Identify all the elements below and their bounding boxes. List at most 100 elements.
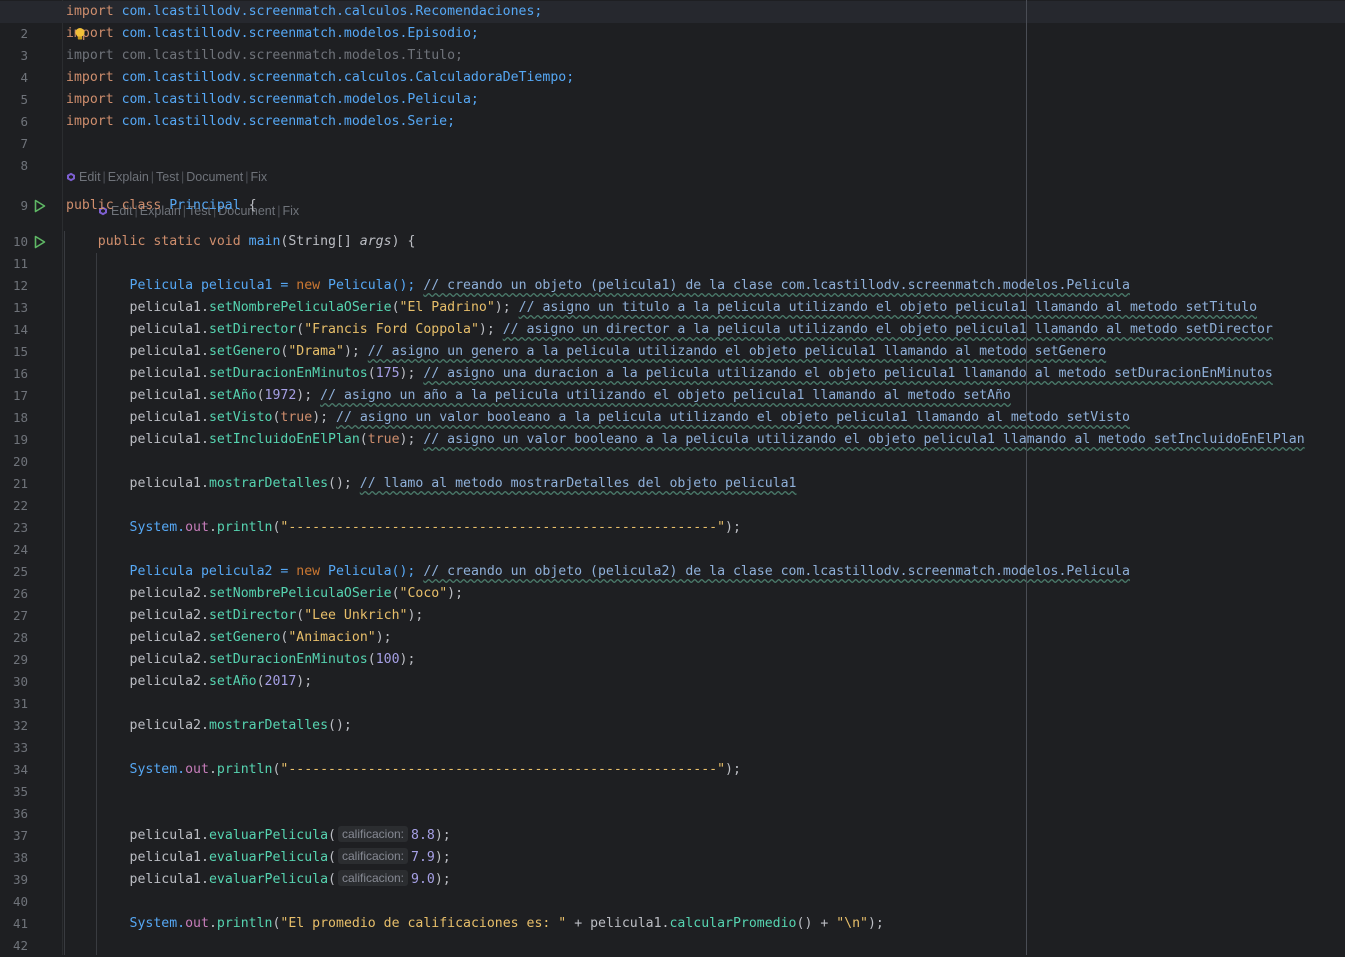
code-line[interactable]: pelicula1.setVisto(true); // asigno un v… [63, 407, 1345, 429]
code-text[interactable]: pelicula2.setDuracionEnMinutos(100); [66, 649, 416, 671]
import-path: com.lcastillodv.screenmatch.calculos.Cal… [113, 70, 575, 85]
code-line[interactable]: public class Principal { [63, 195, 1345, 217]
code-line[interactable]: import com.lcastillodv.screenmatch.calcu… [63, 1, 1345, 23]
code-text[interactable]: pelicula1.setGenero("Drama"); // asigno … [66, 341, 1107, 363]
code-text[interactable]: public class Principal { [66, 195, 257, 217]
string-literal: "Animacion" [288, 630, 376, 645]
code-line[interactable]: pelicula1.mostrarDetalles(); // llamo al… [63, 473, 1345, 495]
code-line[interactable]: System.out.println("--------------------… [63, 517, 1345, 539]
code-line[interactable]: Pelicula pelicula2 = new Pelicula(); // … [63, 561, 1345, 583]
declaration: Pelicula pelicula1 = [129, 278, 297, 293]
code-text[interactable]: pelicula1.setDirector("Francis Ford Copp… [66, 319, 1273, 341]
code-text[interactable]: import com.lcastillodv.screenmatch.model… [66, 89, 479, 111]
code-line[interactable]: pelicula1.setNombrePeliculaOSerie("El Pa… [63, 297, 1345, 319]
run-gutter-icon[interactable] [34, 199, 46, 213]
code-line[interactable]: System.out.println("--------------------… [63, 759, 1345, 781]
code-line[interactable]: pelicula1.setDuracionEnMinutos(175); // … [63, 363, 1345, 385]
code-text[interactable]: System.out.println("--------------------… [66, 517, 741, 539]
code-line[interactable]: pelicula1.evaluarPelicula(calificacion: 8… [63, 825, 1345, 847]
codelens-test-link[interactable]: Test [156, 170, 179, 184]
code-text[interactable]: pelicula1.setNombrePeliculaOSerie("El Pa… [66, 297, 1257, 319]
code-text[interactable]: pelicula1.setVisto(true); // asigno un v… [66, 407, 1130, 429]
code-line[interactable]: pelicula1.evaluarPelicula(calificacion: 7… [63, 847, 1345, 869]
method-call: println [216, 520, 273, 535]
code-text[interactable]: pelicula1.evaluarPelicula(calificacion: 8… [66, 825, 451, 847]
code-line[interactable]: pelicula2.setDirector("Lee Unkrich"); [63, 605, 1345, 627]
code-line[interactable]: import com.lcastillodv.screenmatch.model… [63, 89, 1345, 111]
object-ref: pelicula1. [129, 322, 209, 337]
code-line[interactable]: pelicula2.mostrarDetalles(); [63, 715, 1345, 737]
codelens-edit-link[interactable]: Edit [79, 170, 101, 184]
code-text[interactable]: Pelicula pelicula2 = new Pelicula(); // … [66, 561, 1130, 583]
code-text[interactable]: public static void main(String[] args) { [66, 231, 416, 253]
lightbulb-icon[interactable] [74, 27, 86, 41]
code-line[interactable]: pelicula2.setNombrePeliculaOSerie("Coco"… [63, 583, 1345, 605]
code-line[interactable]: pelicula1.setGenero("Drama"); // asigno … [63, 341, 1345, 363]
codelens-explain-link[interactable]: Explain [108, 170, 149, 184]
code-editor[interactable]: 1234567891011121314151617181920212223242… [0, 0, 1345, 955]
ai-codelens: Edit | Explain | Test | Document | Fix [66, 168, 267, 186]
paren: ( [391, 300, 400, 315]
codelens-fix-link[interactable]: Fix [250, 170, 267, 184]
line-number: 17 [12, 388, 28, 403]
code-text[interactable]: System.out.println("El promedio de calif… [66, 913, 884, 935]
paren: ); [867, 916, 884, 931]
constructor: Pelicula(); [320, 278, 424, 293]
code-line[interactable]: public static void main(String[] args) { [63, 231, 1345, 253]
codelens-document-link[interactable]: Document [186, 170, 243, 184]
code-text[interactable]: pelicula2.setNombrePeliculaOSerie("Coco"… [66, 583, 464, 605]
paren: ); [407, 608, 424, 623]
code-text[interactable]: pelicula2.mostrarDetalles(); [66, 715, 352, 737]
run-gutter-icon[interactable] [34, 235, 46, 249]
code-text[interactable]: pelicula1.setAño(1972); // asigno un año… [66, 385, 1011, 407]
code-line[interactable]: pelicula2.setAño(2017); [63, 671, 1345, 693]
line-number: 23 [12, 520, 28, 535]
code-text[interactable]: import com.lcastillodv.screenmatch.model… [66, 45, 463, 67]
class-name: Principal [161, 198, 249, 213]
code-line[interactable]: pelicula2.setDuracionEnMinutos(100); [63, 649, 1345, 671]
code-text[interactable]: Pelicula pelicula1 = new Pelicula(); // … [66, 275, 1130, 297]
method-call: evaluarPelicula [208, 850, 329, 865]
code-line[interactable]: pelicula1.setAño(1972); // asigno un año… [63, 385, 1345, 407]
code-text[interactable]: System.out.println("--------------------… [66, 759, 741, 781]
code-line[interactable]: pelicula2.setGenero("Animacion"); [63, 627, 1345, 649]
code-line[interactable]: import com.lcastillodv.screenmatch.model… [63, 45, 1345, 67]
code-text[interactable]: pelicula2.setGenero("Animacion"); [66, 627, 392, 649]
number-literal: 175 [375, 366, 400, 381]
code-line[interactable]: pelicula1.setDirector("Francis Ford Copp… [63, 319, 1345, 341]
code-text[interactable]: pelicula1.setDuracionEnMinutos(175); // … [66, 363, 1273, 385]
line-number: 38 [12, 850, 28, 865]
code-text[interactable]: pelicula1.evaluarPelicula(calificacion: 7… [66, 847, 451, 869]
method-call: mostrarDetalles [208, 718, 329, 733]
code-line[interactable]: import com.lcastillodv.screenmatch.calcu… [63, 67, 1345, 89]
code-text[interactable]: pelicula2.setDirector("Lee Unkrich"); [66, 605, 424, 627]
code-area[interactable]: Edit | Explain | Test | Document | Fix Edit | Expla… [0, 0, 1345, 955]
code-line[interactable]: pelicula1.evaluarPelicula(calificacion: 9… [63, 869, 1345, 891]
code-text[interactable]: pelicula1.mostrarDetalles(); // llamo al… [66, 473, 797, 495]
comment: // asigno un genero a la pelicula utiliz… [367, 344, 1107, 359]
line-number: 26 [12, 586, 28, 601]
line-number: 21 [12, 476, 28, 491]
code-line[interactable]: pelicula1.setIncluidoEnElPlan(true); // … [63, 429, 1345, 451]
code-line[interactable]: import com.lcastillodv.screenmatch.model… [63, 111, 1345, 133]
code-text[interactable]: import com.lcastillodv.screenmatch.model… [66, 23, 479, 45]
import-path: com.lcastillodv.screenmatch.modelos.Peli… [113, 92, 479, 107]
code-line[interactable]: import com.lcastillodv.screenmatch.model… [63, 23, 1345, 45]
comment: // creando un objeto (pelicula2) de la c… [423, 564, 1130, 579]
line-number: 40 [12, 894, 28, 909]
line-number: 2 [20, 26, 28, 41]
code-line[interactable]: Pelicula pelicula1 = new Pelicula(); // … [63, 275, 1345, 297]
object-ref: pelicula2. [129, 718, 209, 733]
code-text[interactable]: pelicula1.setIncluidoEnElPlan(true); // … [66, 429, 1305, 451]
code-line[interactable]: System.out.println("El promedio de calif… [63, 913, 1345, 935]
line-number-gutter[interactable]: 1234567891011121314151617181920212223242… [0, 0, 63, 955]
paren: ( [367, 366, 376, 381]
code-text[interactable]: import com.lcastillodv.screenmatch.calcu… [66, 67, 574, 89]
code-text[interactable]: pelicula2.setAño(2017); [66, 671, 313, 693]
code-text[interactable]: import com.lcastillodv.screenmatch.calcu… [66, 1, 542, 23]
code-text[interactable]: import com.lcastillodv.screenmatch.model… [66, 111, 455, 133]
code-text[interactable]: pelicula1.evaluarPelicula(calificacion: 9… [66, 869, 451, 891]
